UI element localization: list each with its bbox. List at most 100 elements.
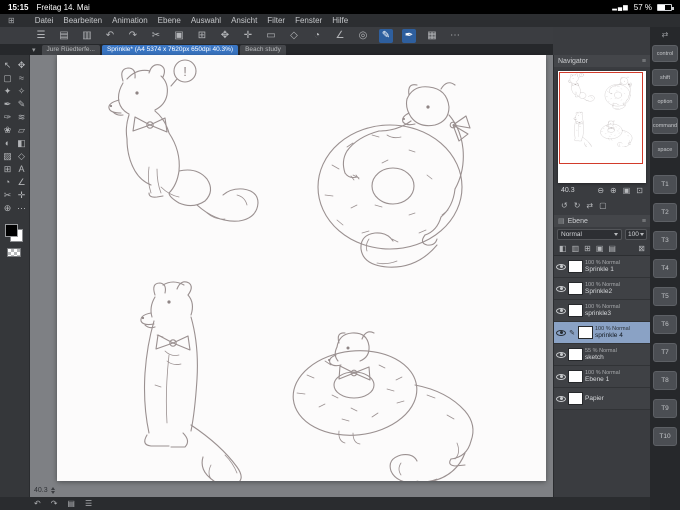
eraser-tool-icon[interactable]: ▱ — [15, 124, 29, 136]
layer-row[interactable]: ✎ 100 % Normal sprinkle3 — [554, 300, 650, 322]
zoom-out-icon[interactable]: ⊖ — [597, 186, 604, 195]
layer-thumbnail[interactable] — [568, 260, 583, 273]
correction-tool-icon[interactable]: ✛ — [15, 189, 29, 201]
fit-screen-icon[interactable]: ▣ — [623, 186, 631, 195]
new-layer-icon[interactable]: ⊞ — [584, 244, 591, 253]
edge-toggle-icon[interactable]: ⇄ — [662, 30, 669, 39]
correction-icon[interactable]: ✛ — [241, 29, 255, 43]
touch-key-t4[interactable]: T4 — [653, 259, 677, 278]
layer-thumbnail[interactable] — [568, 282, 583, 295]
lasso-tool-icon[interactable]: ≈ — [15, 72, 29, 84]
layer-row[interactable]: ✎ 100 % Normal Sprinkle2 — [554, 278, 650, 300]
balloon-tool-icon[interactable]: ◔ — [1, 176, 15, 188]
ruler-tool-icon[interactable]: ∠ — [15, 176, 29, 188]
frame-tool-icon[interactable]: ⊞ — [1, 163, 15, 175]
layer-thumbnail[interactable] — [568, 304, 583, 317]
menu-item[interactable]: Auswahl — [191, 16, 221, 25]
visibility-eye-icon[interactable] — [556, 307, 566, 315]
pencil-tool-icon[interactable]: ✎ — [15, 98, 29, 110]
modifier-key-command[interactable]: command — [652, 117, 678, 134]
main-menu-icon[interactable]: ☰ — [34, 29, 48, 43]
visibility-eye-icon[interactable] — [556, 395, 566, 403]
canvas-paper[interactable]: ! — [57, 55, 546, 481]
save-icon[interactable]: ▥ — [80, 29, 94, 43]
operation-tool-icon[interactable]: ↖ — [1, 59, 15, 71]
paste-icon[interactable]: ⊞ — [195, 29, 209, 43]
airbrush-tool-icon[interactable]: ≋ — [15, 111, 29, 123]
touch-key-t7[interactable]: T7 — [653, 343, 677, 362]
selection-icon[interactable]: ▭ — [264, 29, 278, 43]
copy-icon[interactable]: ▣ — [172, 29, 186, 43]
delete-layer-icon[interactable]: ⊠ — [638, 244, 645, 253]
menu-item[interactable]: Animation — [112, 16, 148, 25]
menu-item[interactable]: Fenster — [295, 16, 322, 25]
rotate-right-icon[interactable]: ↻ — [574, 201, 581, 210]
text-tool-icon[interactable]: A — [15, 163, 29, 175]
app-menu-icon[interactable]: ⊞ — [8, 16, 15, 25]
tab-list-icon[interactable]: ▾ — [32, 46, 36, 54]
transfer-layer-icon[interactable]: ▤ — [608, 244, 616, 253]
fill-icon[interactable]: ◔ — [310, 29, 324, 43]
rotate-left-icon[interactable]: ↺ — [561, 201, 568, 210]
brush-tool-icon[interactable]: ✑ — [1, 111, 15, 123]
undo-icon[interactable]: ↶ — [103, 29, 117, 43]
layer-thumbnail[interactable] — [578, 326, 593, 339]
canvas-area[interactable]: ! 40.3 — [30, 55, 553, 497]
zoom-up-icon[interactable] — [50, 487, 55, 490]
layer-row[interactable]: ✎ 55 % Normal sketch — [554, 344, 650, 366]
layer-thumbnail[interactable] — [568, 348, 583, 361]
actual-size-icon[interactable]: ⊡ — [636, 186, 643, 195]
touch-key-t10[interactable]: T10 — [653, 427, 677, 446]
touch-key-t1[interactable]: T1 — [653, 175, 677, 194]
layers-menu-icon[interactable]: ≡ — [642, 218, 646, 225]
visibility-eye-icon[interactable] — [556, 373, 566, 381]
modifier-key-shift[interactable]: shift — [652, 69, 678, 86]
undo-bar-icon[interactable]: ↶ — [34, 499, 41, 508]
modifier-key-space[interactable]: space — [652, 141, 678, 158]
touch-key-t3[interactable]: T3 — [653, 231, 677, 250]
flip-horizontal-icon[interactable]: ⇄ — [586, 201, 593, 210]
layer-row[interactable]: ✎ 100 % Normal Ebene 1 — [554, 366, 650, 388]
wand-tool-icon[interactable]: ✦ — [1, 85, 15, 97]
more-tools-icon[interactable]: ⋯ — [15, 202, 29, 214]
blend-tool-icon[interactable]: ◐ — [1, 137, 15, 149]
cut-icon[interactable]: ✂ — [149, 29, 163, 43]
touch-key-t2[interactable]: T2 — [653, 203, 677, 222]
visibility-eye-icon[interactable] — [556, 351, 566, 359]
lock-layer-icon[interactable]: ▥ — [572, 244, 580, 253]
figure-tool-icon[interactable]: ◇ — [15, 150, 29, 162]
menu-item[interactable]: Datei — [35, 16, 54, 25]
touch-key-t6[interactable]: T6 — [653, 315, 677, 334]
ruler-icon[interactable]: ∠ — [333, 29, 347, 43]
menu-item[interactable]: Filter — [267, 16, 285, 25]
layer-thumbnail[interactable] — [568, 392, 583, 405]
layer-row[interactable]: ✎ 100 % Normal sprinkle 4 — [554, 322, 650, 344]
layer-row[interactable]: ✎ 100 % Normal Sprinkle 1 — [554, 256, 650, 278]
decoration-tool-icon[interactable]: ❀ — [1, 124, 15, 136]
zoom-in-icon[interactable]: ⊕ — [610, 186, 617, 195]
palette-bar-icon[interactable]: ▤ — [67, 499, 75, 508]
menu-item[interactable]: Ansicht — [231, 16, 257, 25]
transparent-color-swatch[interactable] — [7, 248, 21, 257]
menu-item[interactable]: Ebene — [158, 16, 181, 25]
move-tool-icon[interactable]: ✥ — [15, 59, 29, 71]
brush-icon[interactable]: ✒ — [402, 28, 416, 43]
fill-tool-icon[interactable]: ◧ — [15, 137, 29, 149]
new-folder-icon[interactable]: ▣ — [596, 244, 604, 253]
document-tab[interactable]: Beach study — [240, 45, 286, 55]
modifier-key-control[interactable]: control — [652, 45, 678, 62]
document-tab[interactable]: Sprinkle* (A4 5374 x 7620px 650dpi 40.3%… — [101, 45, 239, 55]
menu-item[interactable]: Bearbeiten — [63, 16, 102, 25]
menu-item[interactable]: Hilfe — [332, 16, 348, 25]
touch-key-t8[interactable]: T8 — [653, 371, 677, 390]
pen-tool-icon[interactable]: ✒ — [1, 98, 15, 110]
visibility-eye-icon[interactable] — [556, 329, 566, 337]
modifier-key-option[interactable]: option — [652, 93, 678, 110]
clip-mask-icon[interactable]: ◧ — [559, 244, 567, 253]
layer-opacity-input[interactable]: 100 — [625, 229, 647, 240]
navigator-thumbnail[interactable] — [558, 71, 646, 183]
layer-row[interactable]: ✎ Papier — [554, 388, 650, 410]
gradient-tool-icon[interactable]: ▨ — [1, 150, 15, 162]
redo-bar-icon[interactable]: ↷ — [51, 499, 58, 508]
navigator-view-frame[interactable] — [559, 72, 643, 164]
